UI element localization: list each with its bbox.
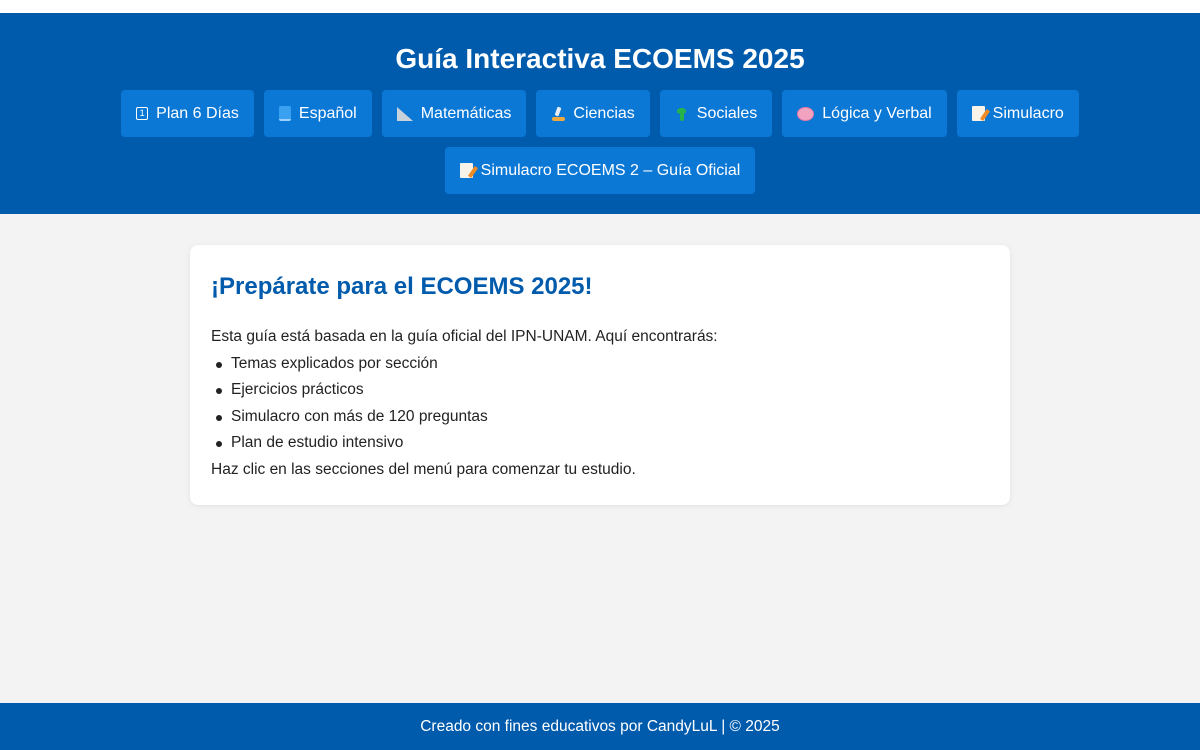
nav-button-matematicas[interactable]: Matemáticas xyxy=(381,90,527,137)
calendar-icon: 1 xyxy=(136,107,149,120)
main-content: ¡Prepárate para el ECOEMS 2025! Esta guí… xyxy=(0,214,1200,505)
nav-label: Simulacro xyxy=(992,104,1064,122)
nav-button-sociales[interactable]: Sociales xyxy=(659,90,773,137)
list-item: Ejercicios prácticos xyxy=(211,377,989,404)
page: Guía Interactiva ECOEMS 2025 1 Plan 6 Dí… xyxy=(0,13,1200,750)
list-item: Plan de estudio intensivo xyxy=(211,430,989,457)
nav-button-simulacro-2[interactable]: Simulacro ECOEMS 2 – Guía Oficial xyxy=(444,147,756,194)
feature-list: Temas explicados por sección Ejercicios … xyxy=(211,351,989,457)
memo-icon xyxy=(459,163,473,178)
nav-button-plan[interactable]: 1 Plan 6 Días xyxy=(121,90,254,137)
nav-button-logica-verbal[interactable]: Lógica y Verbal xyxy=(782,90,947,137)
memo-icon xyxy=(971,106,985,121)
nav-label: Sociales xyxy=(696,104,758,122)
intro-text: Esta guía está basada en la guía oficial… xyxy=(211,328,718,345)
book-icon xyxy=(278,106,291,121)
nav-label: Simulacro ECOEMS 2 – Guía Oficial xyxy=(480,161,741,179)
nav-label: Plan 6 Días xyxy=(156,104,239,122)
microscope-icon xyxy=(551,107,566,121)
welcome-heading: ¡Prepárate para el ECOEMS 2025! xyxy=(211,273,593,300)
footer-text: Creado con fines educativos por CandyLuL… xyxy=(420,718,780,735)
nav-button-espanol[interactable]: Español xyxy=(263,90,372,137)
outro-text: Haz clic en las secciones del menú para … xyxy=(211,460,636,478)
site-footer: Creado con fines educativos por CandyLuL… xyxy=(0,703,1200,750)
nav-label: Lógica y Verbal xyxy=(822,104,932,122)
site-header: Guía Interactiva ECOEMS 2025 1 Plan 6 Dí… xyxy=(0,13,1200,214)
nav-button-ciencias[interactable]: Ciencias xyxy=(536,90,650,137)
main-nav: 1 Plan 6 Días Español Matemáticas Cienci… xyxy=(100,90,1100,194)
list-item: Simulacro con más de 120 preguntas xyxy=(211,404,989,431)
triangle-ruler-icon xyxy=(396,106,413,121)
list-item: Temas explicados por sección xyxy=(211,351,989,378)
welcome-card: ¡Prepárate para el ECOEMS 2025! Esta guí… xyxy=(190,245,1010,505)
brain-icon xyxy=(797,106,815,121)
page-title: Guía Interactiva ECOEMS 2025 xyxy=(395,43,805,74)
globe-icon xyxy=(675,107,689,121)
nav-button-simulacro[interactable]: Simulacro xyxy=(956,90,1079,137)
nav-label: Ciencias xyxy=(573,104,635,122)
nav-label: Español xyxy=(298,104,357,122)
nav-label: Matemáticas xyxy=(420,104,512,122)
